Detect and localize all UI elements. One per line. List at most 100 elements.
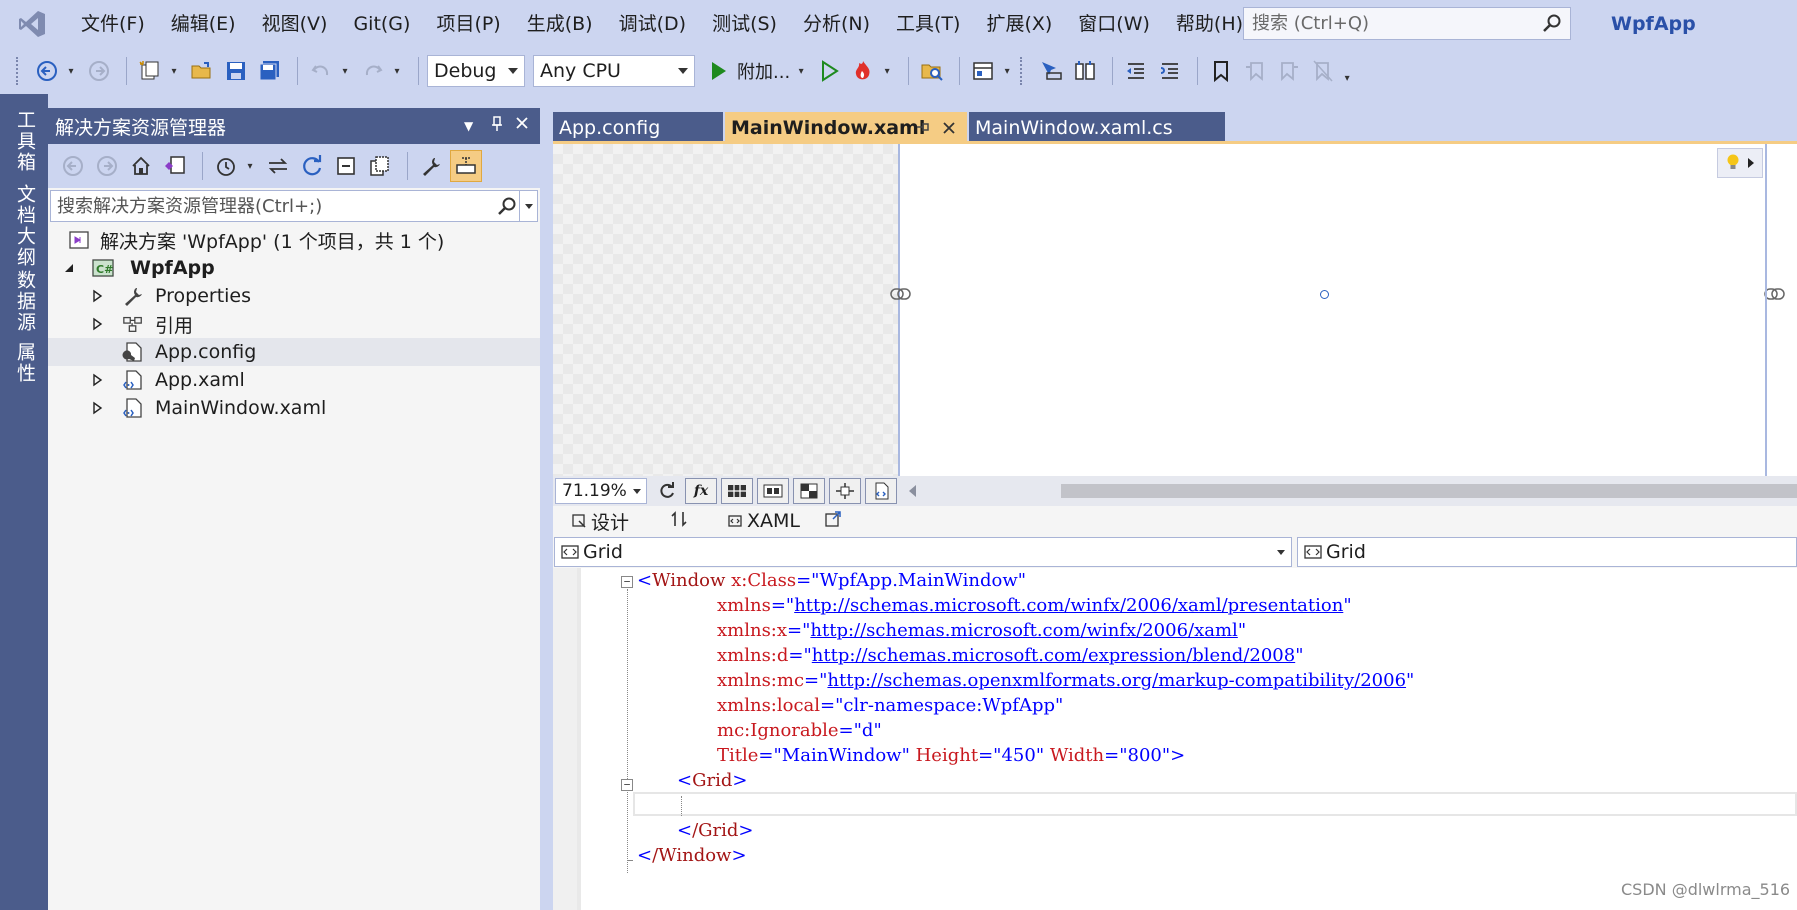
right-anchor-handle-icon[interactable] <box>1764 286 1786 306</box>
visual-studio-logo-icon[interactable] <box>16 8 48 40</box>
menu-test[interactable]: 测试(S) <box>699 0 790 48</box>
new-project-dropdown-icon[interactable]: ▾ <box>169 56 179 86</box>
toolbox-tab[interactable]: 工具箱 <box>12 110 39 173</box>
element-nav-select-right[interactable]: Grid <box>1297 537 1797 567</box>
layout-icon[interactable] <box>968 56 998 86</box>
hot-reload-icon[interactable] <box>848 56 878 86</box>
quick-actions-lightbulb[interactable] <box>1717 148 1763 178</box>
track-focused-element-icon[interactable] <box>1070 56 1100 86</box>
menu-debug[interactable]: 调试(D) <box>606 0 699 48</box>
toggle-grid-icon[interactable] <box>757 478 789 504</box>
pending-changes-filter-icon[interactable] <box>211 151 241 181</box>
menu-extensions[interactable]: 扩展(X) <box>973 0 1065 48</box>
menu-project[interactable]: 项目(P) <box>423 0 513 48</box>
menu-window[interactable]: 窗口(W) <box>1065 0 1163 48</box>
tab-mainwindow-xaml-cs[interactable]: MainWindow.xaml.cs <box>969 112 1225 143</box>
xaml-code-editor[interactable]: − − <Window x:Class="WpfApp.MainWindow" … <box>553 568 1797 910</box>
panel-splitter[interactable] <box>540 108 553 910</box>
tree-node-solution[interactable]: 解决方案 'WpfApp' (1 个项目，共 1 个) <box>48 226 540 254</box>
redo-dropdown-icon[interactable]: ▾ <box>392 56 402 86</box>
zoom-select[interactable]: 71.19% <box>555 478 647 504</box>
snap-grid-icon[interactable] <box>721 478 753 504</box>
search-icon[interactable] <box>497 196 517 220</box>
undo-icon[interactable] <box>306 56 336 86</box>
menu-analyze[interactable]: 分析(N) <box>790 0 883 48</box>
pop-out-xaml-icon[interactable] <box>824 510 842 533</box>
menu-file[interactable]: 文件(F) <box>68 0 158 48</box>
global-search-input[interactable] <box>1252 13 1532 34</box>
panel-menu-icon[interactable]: ▼ <box>464 119 473 133</box>
properties-tab[interactable]: 属性 <box>12 342 39 384</box>
previous-bookmark-icon[interactable] <box>1240 56 1270 86</box>
se-back-icon[interactable] <box>58 151 88 181</box>
properties-wrench-icon[interactable] <box>416 151 446 181</box>
close-icon[interactable] <box>514 115 530 135</box>
menu-tools[interactable]: 工具(T) <box>883 0 973 48</box>
save-all-icon[interactable] <box>255 56 285 86</box>
show-all-files-icon[interactable] <box>365 151 395 181</box>
xaml-design-surface[interactable] <box>553 144 1797 476</box>
effects-fx-icon[interactable]: fx <box>685 478 717 504</box>
swap-panes-icon[interactable] <box>669 510 689 533</box>
solution-platform-select[interactable]: Any CPU <box>533 55 695 87</box>
refresh-designer-icon[interactable] <box>653 478 681 504</box>
sync-with-active-document-icon[interactable] <box>263 151 293 181</box>
menu-git[interactable]: Git(G) <box>340 0 423 48</box>
tab-mainwindow-xaml[interactable]: MainWindow.xaml <box>725 112 967 143</box>
document-outline-tab[interactable]: 文档大纲 <box>12 184 39 268</box>
se-forward-icon[interactable] <box>92 151 122 181</box>
switch-views-icon[interactable] <box>160 151 190 181</box>
left-anchor-handle-icon[interactable] <box>890 286 912 306</box>
toolbar-grip[interactable] <box>1020 57 1026 85</box>
open-folder-icon[interactable] <box>187 56 217 86</box>
redo-icon[interactable] <box>358 56 388 86</box>
clear-bookmarks-icon[interactable] <box>1308 56 1338 86</box>
find-in-files-icon[interactable] <box>917 56 947 86</box>
menu-view[interactable]: 视图(V) <box>249 0 341 48</box>
home-icon[interactable] <box>126 151 156 181</box>
design-pane-button[interactable]: 设计 <box>571 508 629 535</box>
save-icon[interactable] <box>221 56 251 86</box>
expanded-arrow-icon[interactable] <box>62 261 76 275</box>
solution-explorer-search-input[interactable] <box>51 195 481 217</box>
new-project-icon[interactable] <box>135 56 165 86</box>
solution-configuration-select[interactable]: Debug <box>427 55 525 87</box>
pin-tab-icon[interactable] <box>915 118 931 141</box>
collapse-window-icon[interactable]: − <box>621 576 633 588</box>
pin-icon[interactable] <box>490 115 504 137</box>
attach-button-label[interactable]: 附加... <box>737 58 790 84</box>
grid-center-handle-icon[interactable] <box>1320 290 1329 299</box>
collapsed-arrow-icon[interactable] <box>90 373 104 387</box>
collapse-all-icon[interactable] <box>331 151 361 181</box>
data-sources-tab[interactable]: 数据源 <box>12 270 39 333</box>
start-debugging-icon[interactable] <box>703 56 733 86</box>
tree-node-references[interactable]: 引用 <box>48 310 540 338</box>
menu-edit[interactable]: 编辑(E) <box>158 0 249 48</box>
scroll-left-icon[interactable] <box>909 485 916 497</box>
toolbar-grip[interactable] <box>16 57 22 85</box>
element-nav-select-left[interactable]: Grid <box>554 537 1292 567</box>
artboard-background-icon[interactable] <box>793 478 825 504</box>
project-code-icon[interactable] <box>865 478 897 504</box>
tree-node-project[interactable]: C# WpfApp <box>48 254 540 282</box>
bookmark-icon[interactable] <box>1206 56 1236 86</box>
preview-selected-items-icon[interactable] <box>450 150 482 182</box>
refresh-icon[interactable] <box>297 151 327 181</box>
pending-changes-dropdown-icon[interactable]: ▾ <box>245 151 255 181</box>
decrease-indent-icon[interactable] <box>1121 56 1151 86</box>
tree-node-app-config[interactable]: App.config <box>48 338 540 366</box>
snap-to-snaplines-icon[interactable] <box>829 478 861 504</box>
collapsed-arrow-icon[interactable] <box>90 401 104 415</box>
search-options-dropdown-icon[interactable] <box>519 191 537 221</box>
attach-dropdown-icon[interactable]: ▾ <box>796 56 806 86</box>
tab-app-config[interactable]: App.config <box>553 112 723 143</box>
menu-build[interactable]: 生成(B) <box>514 0 606 48</box>
select-element-icon[interactable] <box>1036 56 1066 86</box>
navigate-forward-icon[interactable] <box>84 56 114 86</box>
comment-icon[interactable] <box>1155 56 1185 86</box>
start-without-debugging-icon[interactable] <box>814 56 844 86</box>
navigate-back-icon[interactable] <box>32 56 62 86</box>
close-tab-icon[interactable] <box>941 119 957 141</box>
navigate-back-dropdown-icon[interactable]: ▾ <box>66 56 76 86</box>
undo-dropdown-icon[interactable]: ▾ <box>340 56 350 86</box>
